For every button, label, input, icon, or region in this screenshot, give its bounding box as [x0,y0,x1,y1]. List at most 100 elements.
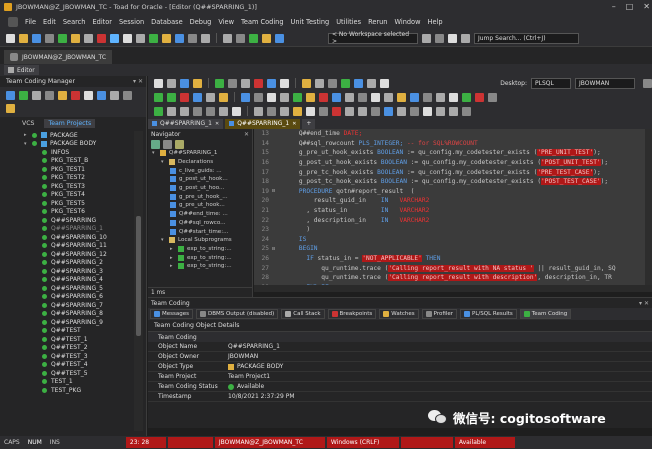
expand-icon[interactable]: ▸ [170,263,176,269]
toolbar-button-icon[interactable] [71,33,80,43]
menu-database[interactable]: Database [151,18,182,26]
editor-tool-icon[interactable] [341,78,350,88]
menu-debug[interactable]: Debug [190,18,212,26]
editor-tool-icon[interactable] [167,92,176,102]
tree-object-node[interactable]: Q##SPARRING_8 [0,310,133,319]
navigator-node[interactable]: ▾ Local Subprograms [148,236,252,245]
tree-object-node[interactable]: PKG_TEST5 [0,199,133,208]
tree-object-node[interactable]: PKG_TEST_B [0,157,133,166]
editor-tool-icon[interactable] [215,78,224,88]
editor-tool-icon[interactable] [436,106,445,116]
toolbar-button-icon[interactable] [236,33,245,43]
close-tab-icon[interactable]: ✕ [215,121,219,127]
navigator-tool-icon[interactable] [175,139,184,149]
editor-tool-icon[interactable] [302,78,311,88]
toolbar-button-icon[interactable] [162,33,171,43]
team-coding-tool-icon[interactable] [84,91,93,100]
navigator-node[interactable]: ▸ exp_to_string:... [148,262,252,271]
toolbar-button-icon[interactable] [223,33,232,43]
editor-tool-icon[interactable] [293,106,302,116]
tree-object-node[interactable]: Q##TEST_3 [0,352,133,361]
editor-tool-icon[interactable] [358,106,367,116]
editor-tool-icon[interactable] [154,78,163,88]
editor-tool-icon[interactable] [193,78,202,88]
tree-object-node[interactable]: Q##SPARRING_1 [0,225,133,234]
navigator-close-icon[interactable]: ✕ [244,131,249,138]
editor-tool-icon[interactable] [167,78,176,88]
tree-object-node[interactable]: Q##TEST_1 [0,335,133,344]
menu-unit-testing[interactable]: Unit Testing [291,18,330,26]
fold-gutter[interactable]: ⊟ [272,188,284,194]
editor-tool-icon[interactable] [315,78,324,88]
team-coding-tool-icon[interactable] [97,91,106,100]
toolbar-button-icon[interactable] [275,33,284,43]
navigator-node[interactable]: Q##start_time:... [148,227,252,236]
editor-tool-icon[interactable] [319,92,328,102]
connection-tab[interactable]: JBOWMAN@Z_JBOWMAN_TC [4,50,113,64]
menu-file[interactable]: File [25,18,36,26]
editor-tool-icon[interactable] [436,92,445,102]
editor-tool-icon[interactable] [167,106,176,116]
editor-tool-icon[interactable] [332,92,341,102]
close-button[interactable]: ✕ [643,2,650,11]
output-tab-profiler[interactable]: Profiler [421,309,458,319]
close-tab-icon[interactable]: ✕ [292,121,296,127]
toolbar-button-icon[interactable] [201,33,210,43]
editor-tool-icon[interactable] [332,106,341,116]
code-editor[interactable]: 13 Q##end_time DATE; 14 Q##sql_rowcount P… [254,129,652,285]
collapse-icon[interactable]: ▾ [24,141,30,147]
tree-object-node[interactable]: Q##SPARRING_11 [0,242,133,251]
team-coding-tool-icon[interactable] [71,91,80,100]
toolbar-button-icon[interactable] [45,33,54,43]
tree-object-node[interactable]: TEST_1 [0,378,133,387]
navigator-node[interactable]: g_pre_ut_hook_... [148,192,252,201]
output-tab-pl-sql-results[interactable]: PL/SQL Results [460,309,517,319]
navigator-node[interactable]: ▸ exp_to_string:... [148,245,252,254]
editor-tool-icon[interactable] [306,106,315,116]
editor-tool-icon[interactable] [371,92,380,102]
tree-group-node[interactable]: ▾ PACKAGE BODY [0,140,133,149]
navigator-tool-icon[interactable] [151,139,160,149]
editor-tool-icon[interactable] [267,78,276,88]
bottom-panel-close-icon[interactable]: ▾ ✕ [639,300,649,307]
editor-tool-icon[interactable] [328,78,337,88]
navigator-node[interactable]: Q##end_time: ... [148,210,252,219]
navigator-node[interactable]: g_post_ut_hook... [148,175,252,184]
toolbar-button-icon[interactable] [249,33,258,43]
schema-select[interactable]: JBOWMAN [575,77,635,89]
editor-tool-icon[interactable] [280,78,289,88]
editor-tool-icon[interactable] [345,92,354,102]
expand-icon[interactable]: ▸ [24,132,30,138]
navigator-node[interactable]: ▾ Declarations [148,158,252,167]
app-menu-icon[interactable] [8,17,18,27]
toolbar-button-icon[interactable] [422,33,431,43]
editor-tool-icon[interactable] [267,92,276,102]
toolbar-button-icon[interactable] [6,33,15,43]
navigator-node[interactable]: g_post_ut_hoo... [148,184,252,193]
team-coding-tool-icon[interactable] [32,91,41,100]
maximize-button[interactable]: □ [626,2,634,11]
editor-tool-icon[interactable] [280,106,289,116]
team-coding-tool-icon[interactable] [123,91,132,100]
output-tab-team-coding[interactable]: Team Coding [519,309,572,319]
toolbar-button-icon[interactable] [461,33,470,43]
editor-tool-icon[interactable] [219,92,228,102]
toolbar-button-icon[interactable] [110,33,119,43]
code-horizontal-scrollbar[interactable] [254,285,652,292]
expand-icon[interactable]: ▸ [170,255,176,261]
editor-tool-icon[interactable] [397,106,406,116]
editor-tool-icon[interactable] [206,92,215,102]
editor-tool-icon[interactable] [354,78,363,88]
editor-tool-icon[interactable] [358,92,367,102]
tree-object-node[interactable]: Q##SPARRING_2 [0,259,133,268]
code-vertical-scrollbar[interactable] [645,129,652,285]
tree-object-node[interactable]: PKG_TEST3 [0,182,133,191]
editor-tool-icon[interactable] [488,92,497,102]
editor-tool-icon[interactable] [475,92,484,102]
tree-scrollbar[interactable] [134,131,143,431]
editor-tool-icon[interactable] [306,92,315,102]
editor-tool-icon[interactable] [423,92,432,102]
minimize-button[interactable]: – [612,2,616,11]
editor-tool-icon[interactable] [154,106,163,116]
tree-object-node[interactable]: Q##TEST_4 [0,361,133,370]
